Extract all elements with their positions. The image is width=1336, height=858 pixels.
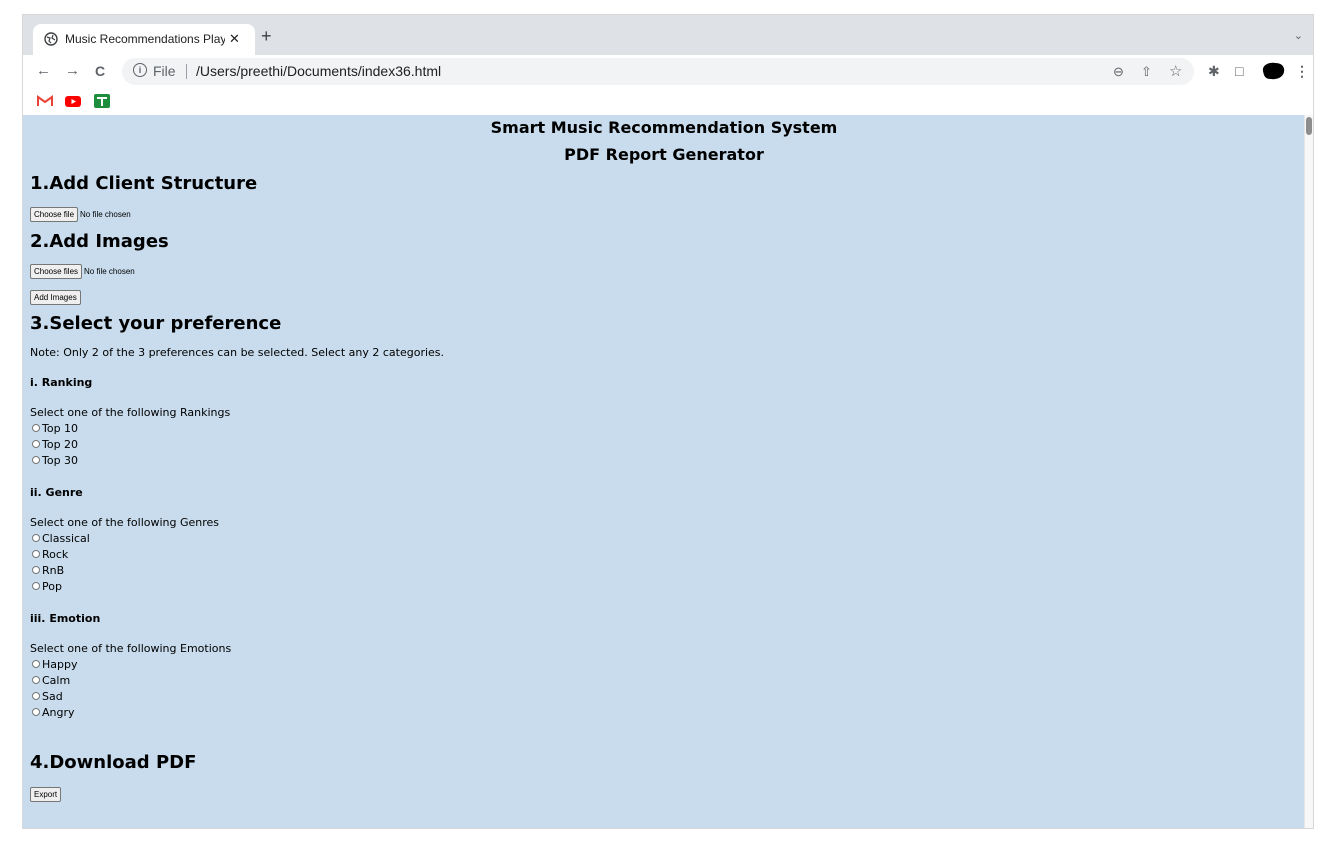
preference-note: Note: Only 2 of the 3 preferences can be… <box>30 346 445 359</box>
radio-label: Top 20 <box>42 438 79 451</box>
radio-circle[interactable] <box>32 692 40 700</box>
share-icon[interactable]: ⇧ <box>1141 64 1152 80</box>
emotion-heading: iii. Emotion <box>30 612 101 625</box>
section-client-structure-heading: 1.Add Client Structure <box>30 173 258 194</box>
browser-menu-icon[interactable]: ⋮ <box>1295 63 1309 80</box>
radio-circle[interactable] <box>32 582 40 590</box>
radio-label: Classical <box>42 532 90 545</box>
url-text[interactable]: /Users/preethi/Documents/index36.html <box>196 63 441 79</box>
radio-rnb[interactable]: RnB <box>32 564 64 578</box>
forward-icon[interactable]: → <box>65 62 80 79</box>
radio-circle[interactable] <box>32 676 40 684</box>
radio-label: Top 10 <box>42 422 79 435</box>
section-download-heading: 4.Download PDF <box>30 752 197 773</box>
url-separator <box>186 64 187 79</box>
file-status: No file chosen <box>80 210 131 219</box>
radio-label: Happy <box>42 658 78 671</box>
radio-circle[interactable] <box>32 534 40 542</box>
radio-circle[interactable] <box>32 566 40 574</box>
back-icon[interactable]: ← <box>36 62 51 79</box>
choose-files-button[interactable]: Choose files <box>30 264 83 279</box>
files-status: No file chosen <box>84 267 135 276</box>
images-file-input[interactable]: Choose files No file chosen <box>30 261 135 279</box>
tab-search-chevron-icon[interactable]: ⌄ <box>1294 29 1303 42</box>
genre-heading: ii. Genre <box>30 486 83 499</box>
globe-icon <box>44 32 58 46</box>
radio-pop[interactable]: Pop <box>32 580 62 594</box>
browser-window: Music Recommendations PlayC ✕ + ⌄ ← → C … <box>23 15 1313 828</box>
browser-toolbar: ← → C i File /Users/preethi/Documents/in… <box>23 55 1313 89</box>
tab-bar: Music Recommendations PlayC ✕ + ⌄ <box>23 15 1313 55</box>
youtube-icon[interactable] <box>65 94 81 108</box>
scrollbar-thumb[interactable] <box>1306 117 1312 135</box>
radio-classical[interactable]: Classical <box>32 532 90 546</box>
radio-top-10[interactable]: Top 10 <box>32 422 78 436</box>
scrollbar[interactable] <box>1304 115 1313 828</box>
close-tab-icon[interactable]: ✕ <box>229 31 240 47</box>
radio-circle[interactable] <box>32 660 40 668</box>
radio-label: Angry <box>42 706 75 719</box>
active-tab[interactable]: Music Recommendations PlayC ✕ <box>33 24 255 55</box>
radio-circle[interactable] <box>32 550 40 558</box>
page-subtitle: PDF Report Generator <box>564 145 764 164</box>
emotion-prompt: Select one of the following Emotions <box>30 642 232 655</box>
radio-circle[interactable] <box>32 440 40 448</box>
radio-top-20[interactable]: Top 20 <box>32 438 78 452</box>
sheets-icon[interactable] <box>94 94 110 108</box>
page-title: Smart Music Recommendation System <box>490 118 838 137</box>
profile-avatar-icon[interactable] <box>1260 61 1286 81</box>
extensions-icon[interactable]: ✱ <box>1208 63 1220 80</box>
section-add-images-heading: 2.Add Images <box>30 231 169 252</box>
ranking-heading: i. Ranking <box>30 376 93 389</box>
radio-label: Sad <box>42 690 63 703</box>
radio-circle[interactable] <box>32 456 40 464</box>
client-structure-file-input[interactable]: Choose file No file chosen <box>30 204 131 222</box>
radio-top-30[interactable]: Top 30 <box>32 454 78 468</box>
radio-sad[interactable]: Sad <box>32 690 63 704</box>
radio-label: Pop <box>42 580 62 593</box>
gmail-icon[interactable] <box>37 94 53 108</box>
radio-angry[interactable]: Angry <box>32 706 75 720</box>
radio-circle[interactable] <box>32 424 40 432</box>
add-images-row: Add Images <box>30 287 81 305</box>
add-images-button[interactable]: Add Images <box>30 290 81 305</box>
radio-label: RnB <box>42 564 65 577</box>
section-preference-heading: 3.Select your preference <box>30 313 282 334</box>
bookmark-star-icon[interactable]: ☆ <box>1169 62 1182 80</box>
ranking-prompt: Select one of the following Rankings <box>30 406 231 419</box>
radio-rock[interactable]: Rock <box>32 548 68 562</box>
url-scheme: File <box>153 63 176 79</box>
bookmarks-bar <box>23 89 1313 115</box>
page-content: Smart Music Recommendation System PDF Re… <box>23 115 1313 828</box>
zoom-icon[interactable]: ⊖ <box>1113 64 1124 80</box>
export-button[interactable]: Export <box>30 787 62 802</box>
radio-label: Calm <box>42 674 71 687</box>
export-row: Export <box>30 784 62 802</box>
address-bar[interactable]: i File /Users/preethi/Documents/index36.… <box>122 58 1194 85</box>
new-tab-button[interactable]: + <box>261 27 272 45</box>
radio-label: Rock <box>42 548 69 561</box>
radio-label: Top 30 <box>42 454 79 467</box>
reload-icon[interactable]: C <box>95 63 105 79</box>
radio-happy[interactable]: Happy <box>32 658 78 672</box>
radio-calm[interactable]: Calm <box>32 674 70 688</box>
radio-circle[interactable] <box>32 708 40 716</box>
choose-file-button[interactable]: Choose file <box>30 207 79 222</box>
tab-title: Music Recommendations PlayC <box>65 32 225 46</box>
site-info-icon[interactable]: i <box>133 63 147 77</box>
genre-prompt: Select one of the following Genres <box>30 516 220 529</box>
side-panel-icon[interactable]: □ <box>1235 63 1243 79</box>
